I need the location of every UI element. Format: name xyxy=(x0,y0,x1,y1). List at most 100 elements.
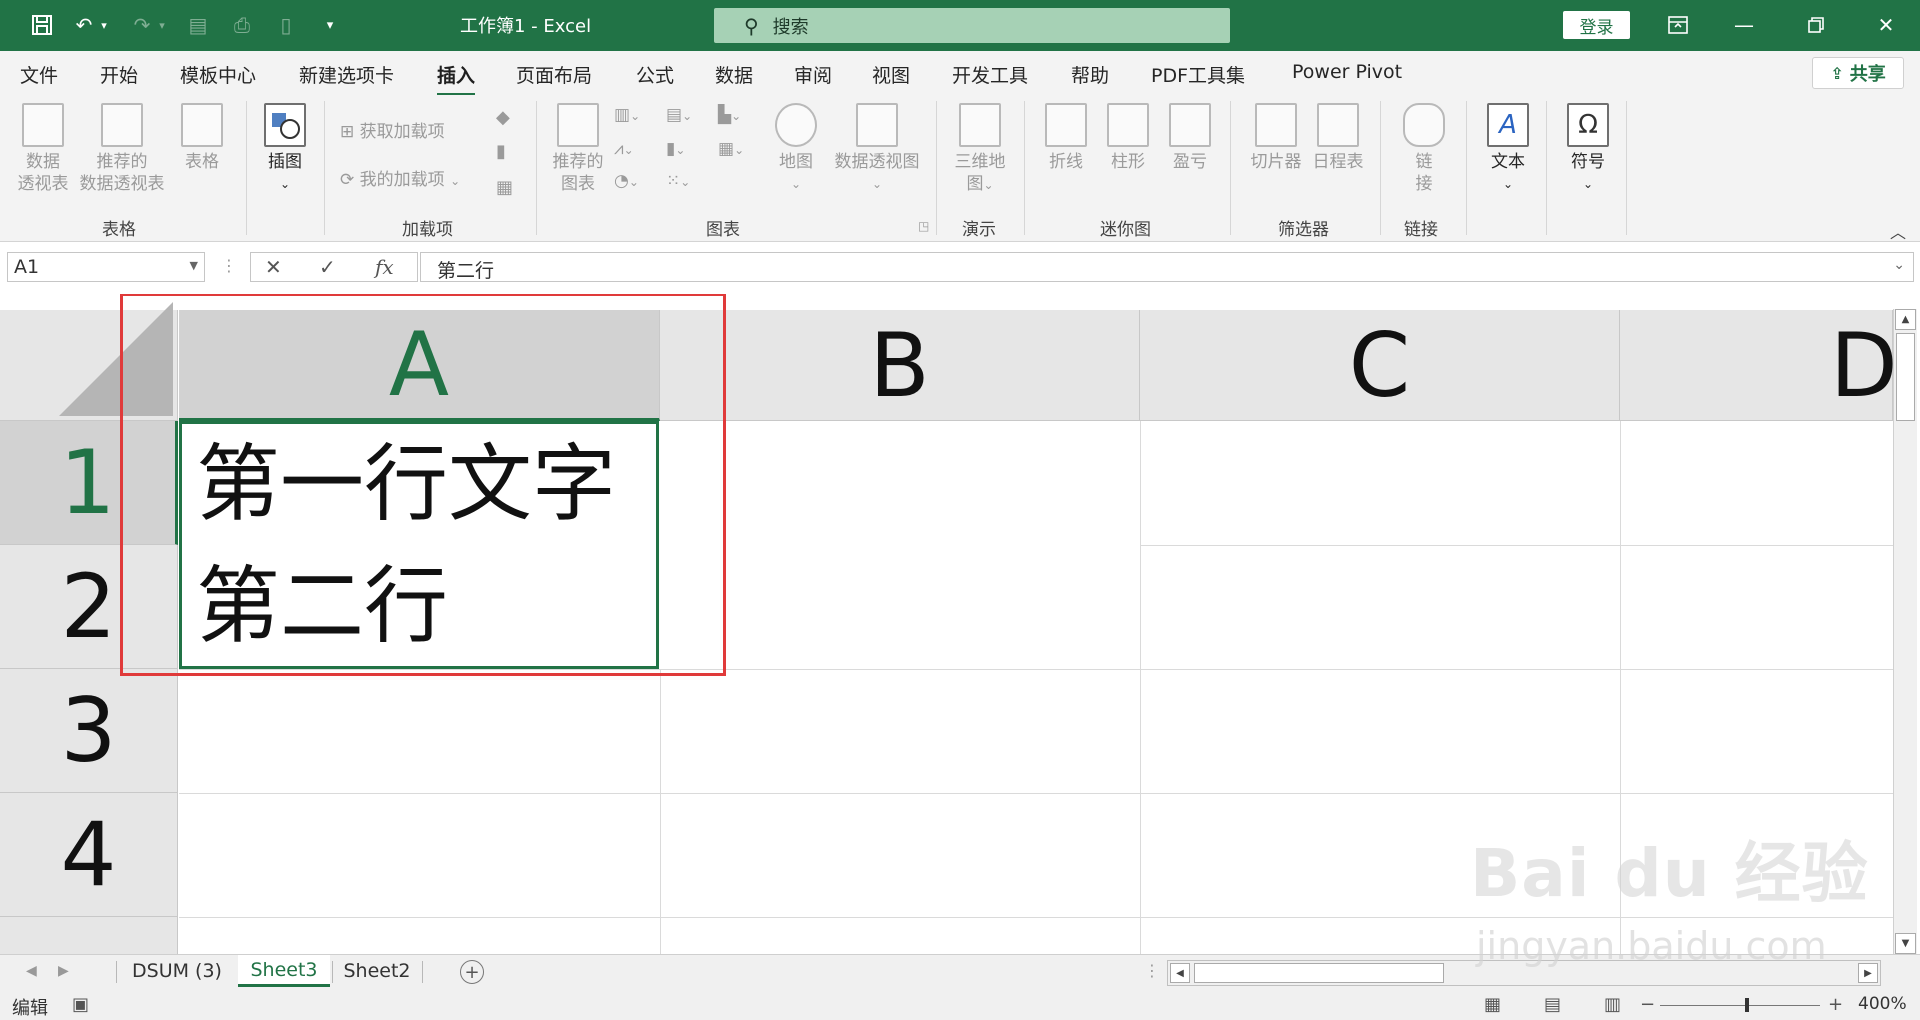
waterfall-chart-button[interactable]: ▙⌄ xyxy=(718,105,741,125)
slicer-button[interactable]: 切片器 xyxy=(1246,103,1306,173)
tab-split-handle-icon[interactable]: ⋮ xyxy=(1144,961,1160,980)
tab-review[interactable]: 审阅 xyxy=(794,61,832,88)
tab-developer[interactable]: 开发工具 xyxy=(952,61,1028,88)
form-icon[interactable]: ▤ xyxy=(184,12,212,38)
sparkline-line-button[interactable]: 折线 xyxy=(1040,103,1092,173)
map-chart-button[interactable]: 地图 ⌄ xyxy=(770,103,822,195)
scatter-chart-button[interactable]: ⁙⌄ xyxy=(666,171,690,191)
combo-chart-button[interactable]: ▦⌄ xyxy=(718,139,744,159)
vertical-scrollbar[interactable]: ▲ ▼ xyxy=(1893,309,1917,954)
share-button[interactable]: ⇪ 共享 xyxy=(1812,57,1904,89)
tab-view[interactable]: 视图 xyxy=(872,61,910,88)
export-icon[interactable]: ▯ xyxy=(272,12,300,38)
get-addins-button[interactable]: ⊞ 获取加载项 xyxy=(340,117,445,142)
sparkline-winloss-button[interactable]: 盈亏 xyxy=(1164,103,1216,173)
tab-new-tab[interactable]: 新建选项卡 xyxy=(299,61,394,88)
restore-icon[interactable] xyxy=(1796,10,1836,40)
column-header-c[interactable]: C xyxy=(1140,310,1620,421)
zoom-slider-knob[interactable] xyxy=(1745,998,1749,1012)
formula-bar-resize-handle[interactable]: ⋮ xyxy=(221,256,237,275)
scroll-left-icon[interactable]: ◀ xyxy=(1170,963,1190,983)
column-header-b[interactable]: B xyxy=(660,310,1140,421)
sheet-tab-dsum3[interactable]: DSUM (3) xyxy=(118,955,236,987)
print-preview-icon[interactable]: ⎙ xyxy=(228,12,256,38)
tab-power-pivot[interactable]: Power Pivot xyxy=(1292,61,1402,83)
close-icon[interactable]: ✕ xyxy=(1866,10,1906,40)
column-header-d[interactable]: D xyxy=(1620,310,1898,421)
link-button[interactable]: 链 接 xyxy=(1396,103,1452,195)
3d-map-button[interactable]: 三维地 图⌄ xyxy=(950,103,1010,196)
statistic-chart-button[interactable]: ▮⌄ xyxy=(666,139,685,159)
add-sheet-icon[interactable]: + xyxy=(460,960,484,984)
expand-formula-bar-icon[interactable]: ⌄ xyxy=(1893,257,1905,273)
zoom-in-icon[interactable]: + xyxy=(1828,994,1843,1015)
line-chart-button[interactable]: ⩘⌄ xyxy=(614,139,634,159)
login-button[interactable]: 登录 xyxy=(1563,11,1630,39)
collapse-ribbon-icon[interactable]: ︿ xyxy=(1890,219,1906,243)
sheet-tab-sheet2[interactable]: Sheet2 xyxy=(334,955,420,987)
horizontal-scrollbar[interactable]: ◀ ▶ xyxy=(1167,960,1881,986)
next-sheet-icon[interactable]: ▶ xyxy=(58,963,69,979)
bing-maps-icon[interactable]: ▮ xyxy=(496,141,506,162)
vertical-scroll-thumb[interactable] xyxy=(1896,333,1915,421)
insert-function-icon[interactable]: fx xyxy=(375,255,394,279)
tab-pdf-tools[interactable]: PDF工具集 xyxy=(1151,61,1245,88)
scroll-right-icon[interactable]: ▶ xyxy=(1858,963,1878,983)
tab-divider xyxy=(332,961,333,983)
undo-icon[interactable]: ↶ xyxy=(70,12,98,38)
enter-icon[interactable]: ✓ xyxy=(319,255,336,279)
tab-file[interactable]: 文件 xyxy=(20,61,58,88)
name-box[interactable]: A1 ▼ xyxy=(7,252,205,282)
row-header-4[interactable]: 4 xyxy=(0,793,178,917)
minimize-icon[interactable]: — xyxy=(1724,10,1764,40)
timeline-button[interactable]: 日程表 xyxy=(1308,103,1368,173)
row-header-3[interactable]: 3 xyxy=(0,669,178,793)
normal-view-icon[interactable]: ▦ xyxy=(1484,994,1501,1015)
zoom-out-icon[interactable]: − xyxy=(1640,994,1655,1015)
cancel-icon[interactable]: ✕ xyxy=(265,255,282,279)
tab-template-center[interactable]: 模板中心 xyxy=(180,61,256,88)
pivot-table-button[interactable]: 数据 透视表 xyxy=(14,103,72,195)
prev-sheet-icon[interactable]: ◀ xyxy=(26,963,37,979)
text-button[interactable]: A 文本 ⌄ xyxy=(1480,103,1536,195)
page-layout-view-icon[interactable]: ▤ xyxy=(1544,994,1561,1015)
ribbon-display-options-icon[interactable] xyxy=(1658,10,1698,40)
hierarchy-chart-button[interactable]: ▤⌄ xyxy=(666,105,692,125)
tab-home[interactable]: 开始 xyxy=(100,61,138,88)
table-button[interactable]: 表格 xyxy=(174,103,230,173)
symbol-button[interactable]: Ω 符号 ⌄ xyxy=(1560,103,1616,195)
horizontal-scroll-thumb[interactable] xyxy=(1194,963,1444,983)
tab-formulas[interactable]: 公式 xyxy=(636,61,674,88)
pie-chart-button[interactable]: ◔⌄ xyxy=(614,171,639,191)
undo-dropdown-icon[interactable]: ▾ xyxy=(96,12,112,38)
sheet-tab-sheet3[interactable]: Sheet3 xyxy=(238,955,330,987)
gridline xyxy=(1140,545,1893,546)
charts-dialog-launcher-icon[interactable]: ◳ xyxy=(918,219,929,233)
scroll-down-icon[interactable]: ▼ xyxy=(1895,933,1916,954)
tab-data[interactable]: 数据 xyxy=(715,61,753,88)
search-box[interactable]: ⚲ 搜索 xyxy=(714,8,1230,43)
scroll-up-icon[interactable]: ▲ xyxy=(1895,309,1916,330)
name-box-dropdown-icon[interactable]: ▼ xyxy=(190,259,198,272)
pivot-chart-button[interactable]: 数据透视图 ⌄ xyxy=(830,103,924,195)
illustrations-button[interactable]: 插图 ⌄ xyxy=(262,103,308,195)
sparkline-column-button[interactable]: 柱形 xyxy=(1102,103,1154,173)
zoom-level[interactable]: 400% xyxy=(1858,994,1907,1014)
formula-input[interactable]: 第二行 ⌄ xyxy=(420,252,1914,282)
save-icon[interactable] xyxy=(28,12,56,38)
people-graph-icon[interactable]: ▦ xyxy=(496,177,513,198)
customize-toolbar-icon[interactable]: ▾ xyxy=(316,12,344,38)
zoom-slider[interactable] xyxy=(1660,1005,1820,1006)
my-addins-button[interactable]: ⟳ 我的加载项 ⌄ xyxy=(340,165,460,190)
tab-page-layout[interactable]: 页面布局 xyxy=(516,61,592,88)
recommended-charts-button[interactable]: 推荐的 图表 xyxy=(548,103,608,195)
macro-record-icon[interactable]: ▣ xyxy=(72,994,89,1015)
tab-help[interactable]: 帮助 xyxy=(1071,61,1109,88)
visio-icon[interactable]: ◆ xyxy=(496,107,510,128)
page-break-view-icon[interactable]: ▥ xyxy=(1604,994,1621,1015)
tab-insert[interactable]: 插入 xyxy=(437,61,476,96)
worksheet-grid: A B C D 1 2 3 4 第一行文字 第二行 ▲ ▼ xyxy=(0,294,1920,954)
recommended-pivot-button[interactable]: 推荐的 数据透视表 xyxy=(76,103,168,195)
row-header-5[interactable] xyxy=(0,917,178,954)
column-chart-button[interactable]: ▥⌄ xyxy=(614,105,640,125)
